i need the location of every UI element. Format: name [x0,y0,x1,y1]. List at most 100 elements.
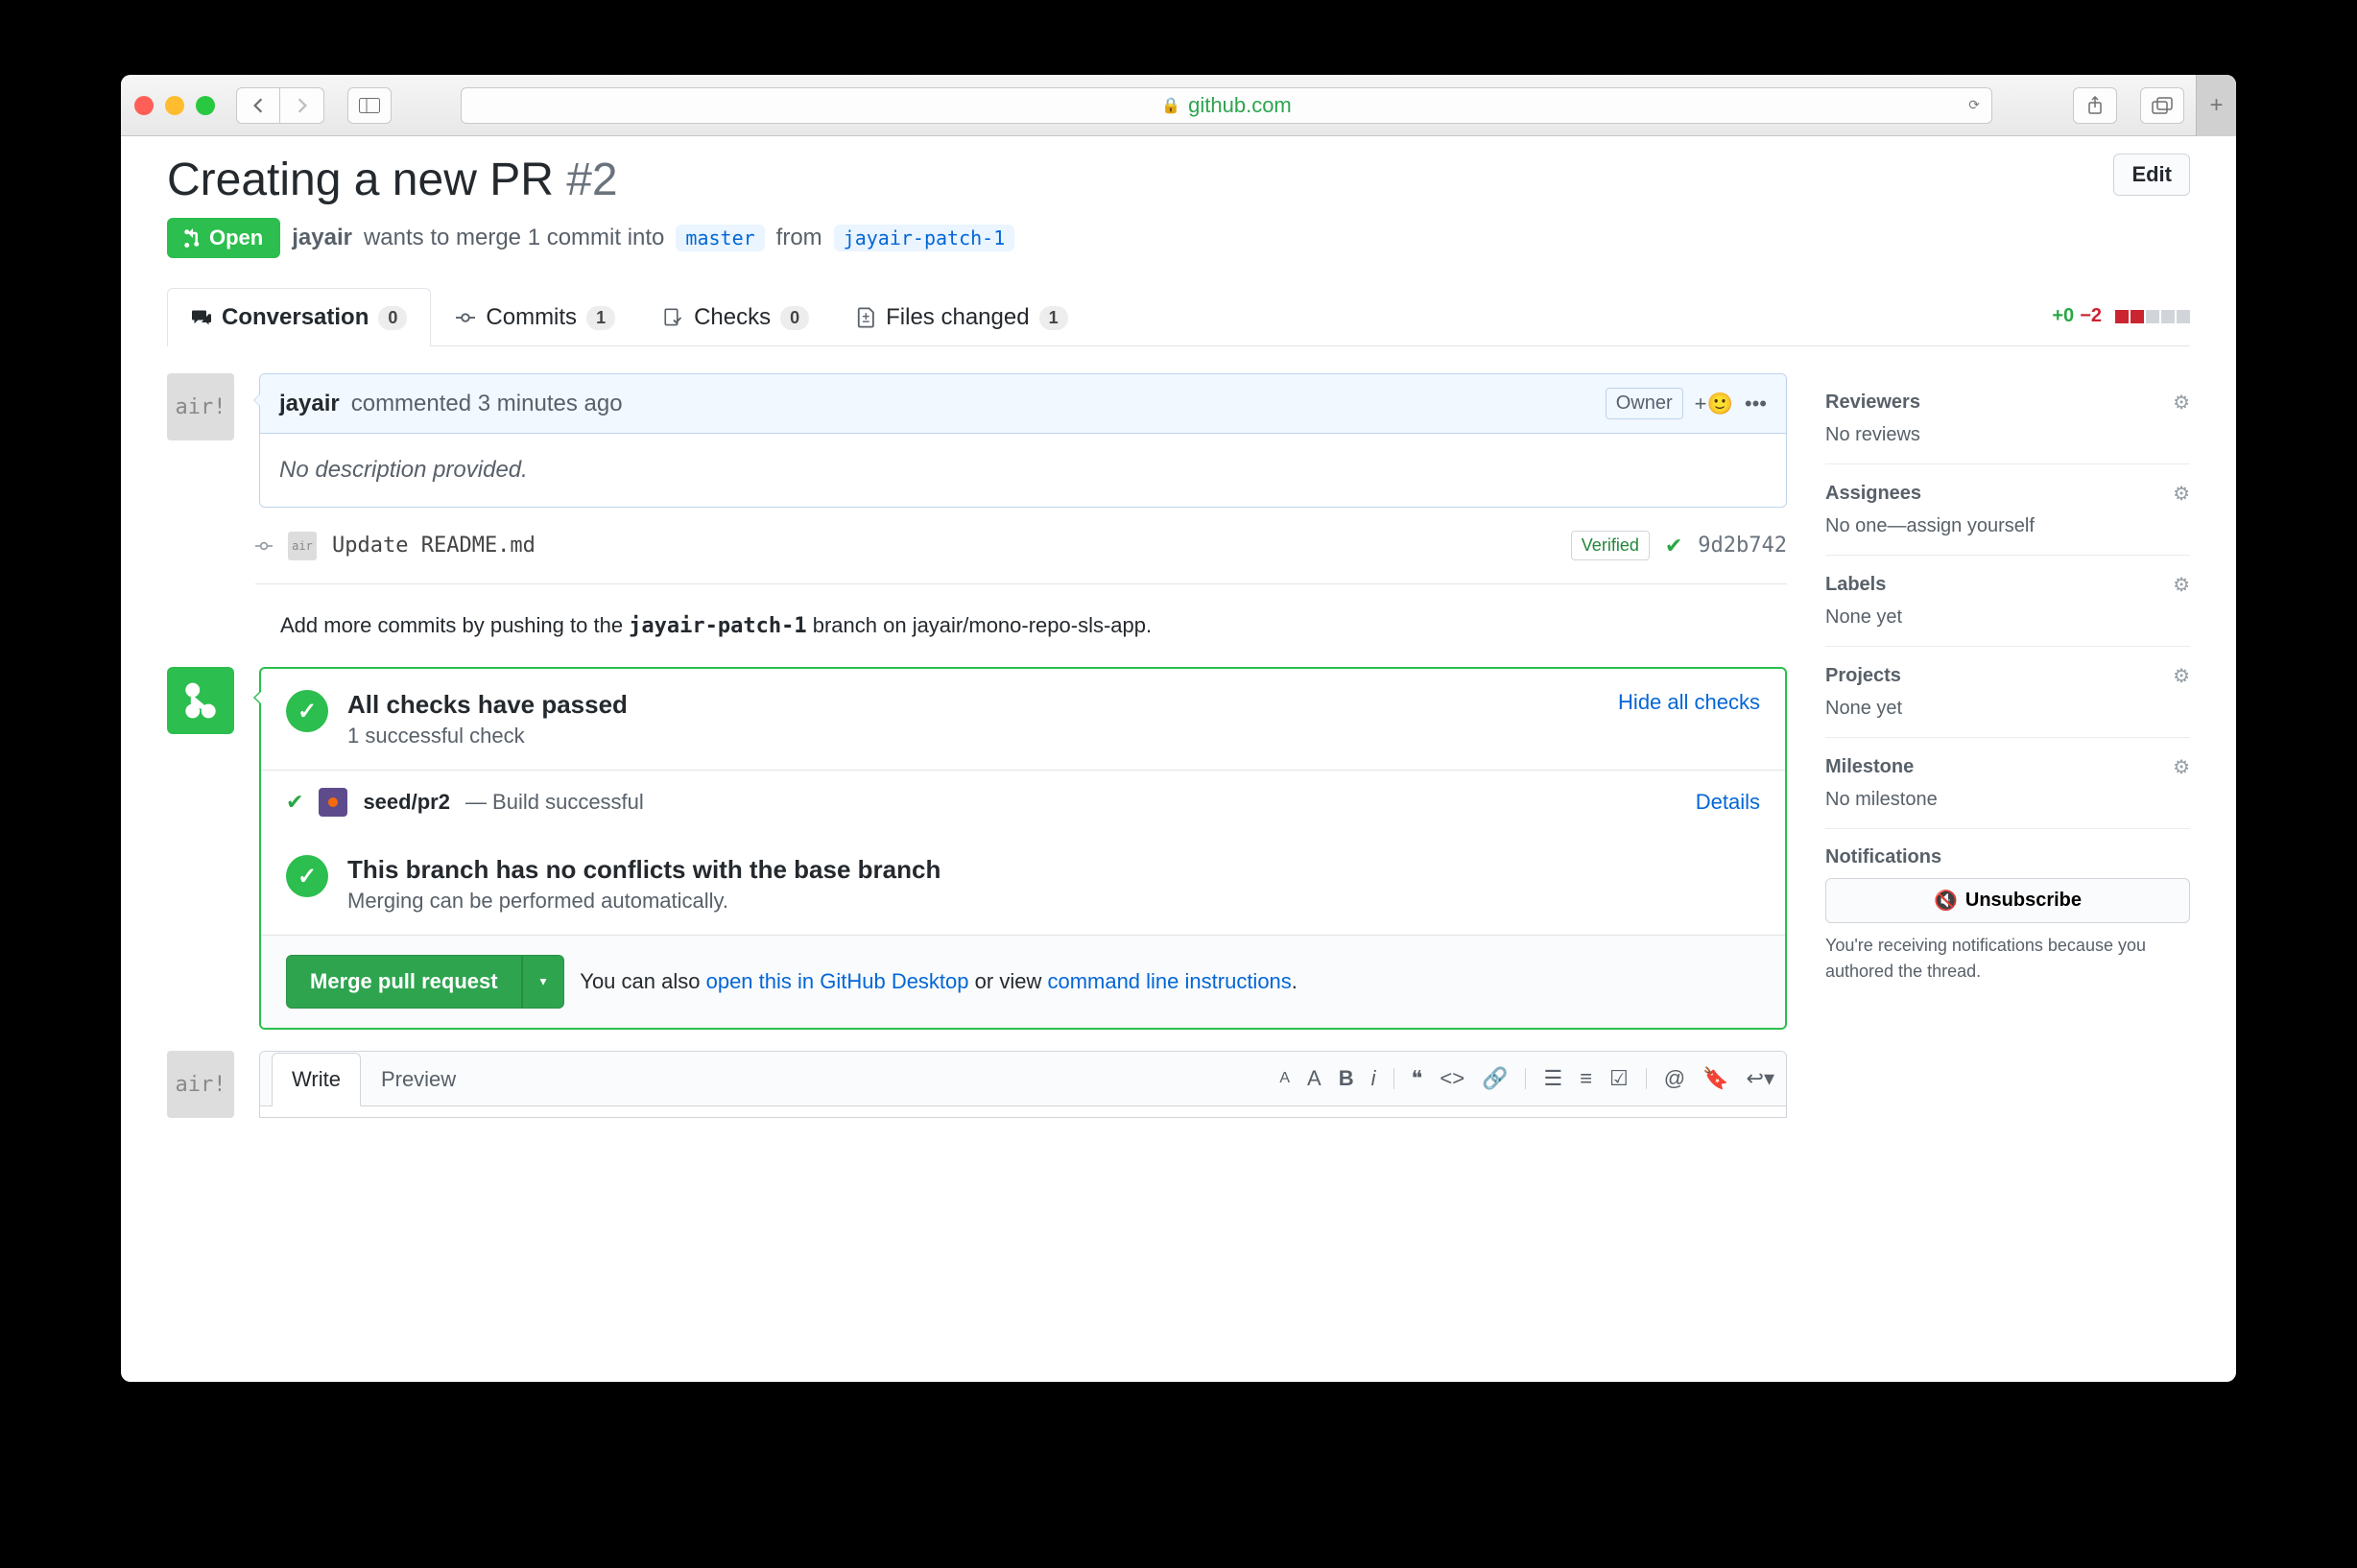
sidebar-projects: Projects⚙ None yet [1825,647,2190,738]
state-badge: Open [167,218,280,258]
comment-author[interactable]: jayair [279,391,340,417]
link-icon[interactable]: 🔗 [1482,1066,1508,1091]
gear-icon[interactable]: ⚙ [2173,573,2190,597]
commit-sha[interactable]: 9d2b742 [1698,534,1787,558]
main-column: air! jayair commented 3 minutes ago Owne… [167,373,1787,1118]
add-reaction-button[interactable]: +🙂 [1695,392,1733,416]
check-icon: ✔ [1665,534,1682,558]
tab-files-label: Files changed [886,304,1029,331]
tab-checks[interactable]: Checks 0 [639,288,833,346]
tab-conv-label: Conversation [222,304,369,331]
diff-del: −2 [2080,305,2102,327]
checks-title: All checks have passed [347,690,1599,720]
cli-instructions-link[interactable]: command line instructions [1047,969,1291,993]
pr-author[interactable]: jayair [292,225,352,251]
commit-row: air Update README.md Verified ✔ 9d2b742 [255,531,1787,560]
forward-button[interactable] [280,87,324,124]
mention-icon[interactable]: @ [1664,1066,1685,1091]
tab-files[interactable]: Files changed 1 [833,288,1091,346]
comment-menu-button[interactable]: ••• [1745,392,1767,416]
md-toolbar: AA B i ❝ <> 🔗 ☰ ≡ ☑ [1279,1066,1774,1091]
ci-avatar [319,788,347,817]
merge-verb: wants to merge 1 commit into [364,225,664,251]
heading-icon[interactable]: A [1279,1070,1290,1087]
gear-icon[interactable]: ⚙ [2173,482,2190,506]
new-comment: air! Write Preview AA B i ❝ [167,1051,1787,1118]
merge-footer: Merge pull request ▾ You can also open t… [261,935,1785,1028]
browser-window: 🔒 github.com ⟳ + Creating a new PR #2 Ed… [121,75,2236,1382]
verified-badge[interactable]: Verified [1571,531,1650,560]
ol-icon[interactable]: ≡ [1580,1066,1592,1091]
zoom-window[interactable] [196,96,215,115]
assignees-value[interactable]: No one—assign yourself [1825,515,2190,537]
pr-title-text: Creating a new PR [167,154,554,205]
avatar[interactable]: air! [167,373,234,440]
ci-name[interactable]: seed/pr2 [363,790,450,815]
minimize-window[interactable] [165,96,184,115]
new-tab-button[interactable]: + [2196,75,2236,136]
url-text: github.com [1188,93,1292,118]
task-icon[interactable]: ☑ [1609,1066,1629,1091]
commit-node-icon [255,537,273,555]
sidebar-button[interactable] [347,87,392,124]
saved-reply-icon[interactable]: 🔖 [1702,1066,1728,1091]
conflict-title: This branch has no conflicts with the ba… [347,855,940,885]
checks-pass-icon: ✓ [286,690,328,732]
code-icon[interactable]: <> [1440,1066,1464,1091]
notification-note: You're receiving notifications because y… [1825,933,2190,985]
gear-icon[interactable]: ⚙ [2173,391,2190,415]
ul-icon[interactable]: ☰ [1543,1066,1562,1091]
tab-files-count: 1 [1039,306,1068,330]
diff-blocks [2115,310,2190,323]
close-window[interactable] [134,96,154,115]
unsubscribe-button[interactable]: 🔇 Unsubscribe [1825,878,2190,923]
labels-value: None yet [1825,606,2190,629]
push-hint-branch: jayair-patch-1 [629,614,806,638]
conflict-sub: Merging can be performed automatically. [347,889,940,914]
gear-icon[interactable]: ⚙ [2173,664,2190,688]
gear-icon[interactable]: ⚙ [2173,755,2190,779]
bold-icon[interactable]: B [1339,1066,1354,1091]
window-controls [134,96,215,115]
avatar[interactable]: air! [167,1051,234,1118]
url-bar[interactable]: 🔒 github.com ⟳ [461,87,1992,124]
nav-buttons [236,87,324,124]
ci-status-icon: ✔ [286,790,303,815]
comment-body: No description provided. [260,434,1786,507]
tab-commits-count: 1 [586,306,615,330]
comment-timestamp: commented 3 minutes ago [351,391,623,417]
pr-meta: Open jayair wants to merge 1 commit into… [167,218,2190,258]
reload-button[interactable]: ⟳ [1968,97,1980,113]
diffstat[interactable]: +0 −2 [2052,305,2190,327]
sidebar-assignees: Assignees⚙ No one—assign yourself [1825,464,2190,556]
merge-button-group: Merge pull request ▾ [286,955,564,1009]
tab-commits[interactable]: Commits 1 [431,288,639,346]
hide-checks-link[interactable]: Hide all checks [1618,690,1760,715]
base-branch[interactable]: master [676,225,764,251]
owner-badge: Owner [1606,388,1683,419]
open-desktop-link[interactable]: open this in GitHub Desktop [706,969,969,993]
reviewers-value: No reviews [1825,424,2190,446]
merge-section: ✓ All checks have passed 1 successful ch… [167,667,1787,1030]
titlebar: 🔒 github.com ⟳ + [121,75,2236,136]
commit-avatar[interactable]: air [288,532,317,560]
write-tab[interactable]: Write [272,1053,361,1106]
tabs-button[interactable] [2140,87,2184,124]
from-word: from [776,225,822,251]
heading-icon-lg[interactable]: A [1307,1066,1321,1091]
tab-conversation[interactable]: Conversation 0 [167,288,431,346]
merge-dropdown[interactable]: ▾ [522,955,565,1009]
quote-icon[interactable]: ❝ [1412,1066,1423,1091]
checklist-icon [663,308,684,327]
head-branch[interactable]: jayair-patch-1 [834,225,1015,251]
back-button[interactable] [236,87,280,124]
edit-button[interactable]: Edit [2113,154,2190,196]
tab-checks-label: Checks [694,304,771,331]
preview-tab[interactable]: Preview [361,1053,476,1106]
italic-icon[interactable]: i [1371,1066,1376,1091]
commit-message[interactable]: Update README.md [332,534,536,558]
merge-button[interactable]: Merge pull request [286,955,522,1009]
ci-details-link[interactable]: Details [1696,790,1760,815]
reply-icon[interactable]: ↩▾ [1747,1066,1774,1091]
share-button[interactable] [2073,87,2117,124]
